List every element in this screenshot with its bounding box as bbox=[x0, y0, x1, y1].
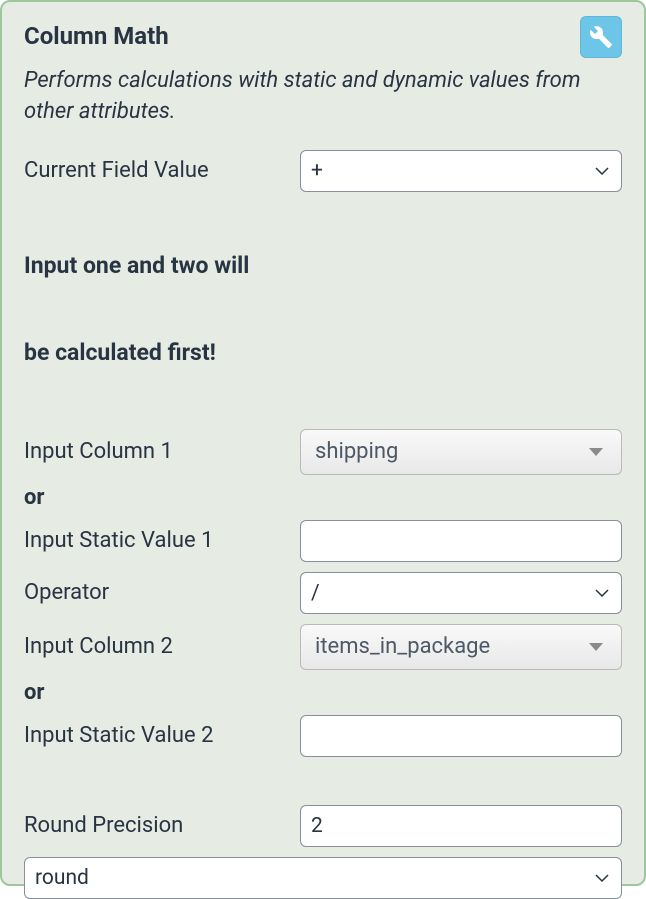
select-input-column-2[interactable]: items_in_package bbox=[300, 624, 622, 670]
select-input-column-1[interactable]: shipping bbox=[300, 429, 622, 475]
select-current-field-value[interactable]: + bbox=[300, 150, 622, 192]
label-operator: Operator bbox=[24, 580, 300, 605]
row-input-column-1: Input Column 1 shipping bbox=[24, 429, 622, 475]
wrench-icon bbox=[589, 25, 613, 49]
chevron-down-icon bbox=[589, 448, 603, 456]
row-input-static-value-1: Input Static Value 1 bbox=[24, 520, 622, 562]
row-input-static-value-2: Input Static Value 2 bbox=[24, 715, 622, 757]
row-round-mode: round bbox=[24, 857, 622, 899]
input-static-value-2[interactable] bbox=[300, 715, 622, 757]
column-math-panel: Column Math Performs calculations with s… bbox=[0, 0, 646, 886]
calculation-notice: Input one and two willbe calculated firs… bbox=[24, 244, 622, 375]
select-input-column-2-value: items_in_package bbox=[315, 634, 589, 659]
input-round-precision[interactable] bbox=[300, 805, 622, 847]
label-input-static-value-1: Input Static Value 1 bbox=[24, 528, 300, 553]
panel-header: Column Math bbox=[24, 22, 622, 58]
panel-title: Column Math bbox=[24, 22, 169, 50]
row-current-field-value: Current Field Value + bbox=[24, 150, 622, 192]
select-round-mode[interactable]: round bbox=[24, 857, 622, 899]
settings-button[interactable] bbox=[580, 16, 622, 58]
label-input-column-2: Input Column 2 bbox=[24, 634, 300, 659]
input-static-value-1[interactable] bbox=[300, 520, 622, 562]
label-input-column-1: Input Column 1 bbox=[24, 439, 300, 464]
row-round-precision: Round Precision bbox=[24, 805, 622, 847]
chevron-down-icon bbox=[589, 643, 603, 651]
label-current-field-value: Current Field Value bbox=[24, 158, 300, 183]
label-input-static-value-2: Input Static Value 2 bbox=[24, 723, 300, 748]
row-input-column-2: Input Column 2 items_in_package bbox=[24, 624, 622, 670]
label-round-precision: Round Precision bbox=[24, 813, 300, 838]
select-input-column-1-value: shipping bbox=[315, 439, 589, 464]
or-separator-1: or bbox=[24, 485, 622, 510]
or-separator-2: or bbox=[24, 680, 622, 705]
panel-description: Performs calculations with static and dy… bbox=[24, 66, 622, 128]
row-operator: Operator / bbox=[24, 572, 622, 614]
select-operator[interactable]: / bbox=[300, 572, 622, 614]
